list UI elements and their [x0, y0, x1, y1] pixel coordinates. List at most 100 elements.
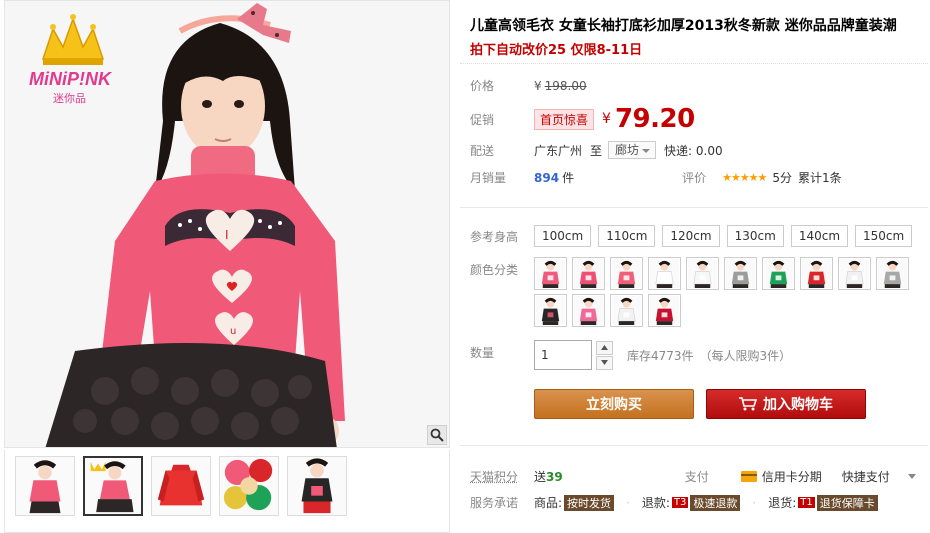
color-thumb-image [612, 259, 641, 288]
product-gallery: MiNiP!NK 迷你品 I u [0, 0, 452, 533]
divider [460, 445, 928, 446]
buy-now-button[interactable]: 立刻购买 [534, 389, 694, 419]
service-goods-tag[interactable]: 按时发货 [564, 494, 615, 511]
service-return: 退货: [768, 496, 797, 510]
service-refund: 退款: [641, 496, 670, 510]
color-option-9[interactable] [838, 257, 871, 290]
cart-icon [739, 397, 757, 411]
quantity-increase-button[interactable] [596, 340, 613, 355]
color-thumb-image [840, 259, 869, 288]
color-thumb-image [878, 259, 907, 288]
size-option-140[interactable]: 140cm [790, 225, 849, 247]
promo-line: 拍下自动改价25 仅限8-11日 [470, 43, 643, 58]
color-option-8[interactable] [800, 257, 833, 290]
credit-installment[interactable]: 信用卡分期 [762, 468, 822, 485]
product-photo: MiNiP!NK 迷你品 I u [5, 1, 449, 447]
promo-row: 促销 首页惊喜 ¥ 79.20 [470, 104, 695, 134]
color-option-5[interactable] [686, 257, 719, 290]
sales-row: 月销量 894 件 评价 ★★★★★ 5分 累计1条 [470, 169, 930, 186]
color-option-7[interactable] [762, 257, 795, 290]
service-refund-badge: T3 [671, 497, 689, 508]
stock-count: 库存4773件 [627, 348, 694, 363]
color-option-12[interactable] [572, 294, 605, 327]
destination-select[interactable]: 廊坊 [608, 141, 657, 159]
size-option-150[interactable]: 150cm [855, 225, 913, 247]
color-option-13[interactable] [610, 294, 643, 327]
shipping-label: 配送 [470, 143, 495, 158]
purchase-limit: （每人限购3件） [699, 348, 792, 363]
separator-dot: · [626, 495, 630, 510]
rating-total-link[interactable]: 累计1条 [798, 169, 842, 186]
service-refund-tag[interactable]: 极速退款 [690, 494, 741, 511]
add-to-cart-button[interactable]: 加入购物车 [706, 389, 866, 419]
divider [460, 63, 928, 64]
points-label[interactable]: 天猫积分 [470, 468, 534, 485]
separator-dot: · [752, 495, 757, 510]
size-option-100[interactable]: 100cm [534, 225, 592, 247]
quantity-stepper [596, 340, 613, 370]
rating-stars: ★★★★★ [722, 171, 767, 184]
credit-card-icon [740, 471, 757, 482]
color-thumb-image [536, 296, 565, 325]
add-to-cart-label: 加入购物车 [763, 397, 833, 413]
magnifier-icon [430, 428, 444, 442]
ship-to-word: 至 [590, 143, 603, 158]
chevron-up-icon [601, 345, 608, 350]
price-currency: ¥ [534, 78, 542, 93]
promo-price: 79.20 [614, 104, 695, 134]
service-goods: 商品: [534, 496, 563, 510]
payment-label: 支付 [684, 470, 709, 484]
size-option-120[interactable]: 120cm [662, 225, 720, 247]
color-option-3[interactable] [610, 257, 643, 290]
points-payment-row: 天猫积分 送 39 支付 信用卡分期 快捷支付 [470, 468, 930, 485]
quantity-input[interactable] [534, 340, 592, 370]
price-row: 价格 ¥ 198.00 [470, 77, 587, 94]
color-option-6[interactable] [724, 257, 757, 290]
color-thumb-image [726, 259, 755, 288]
product-title: 儿童高领毛衣 女童长袖打底衫加厚2013秋冬新款 迷你品品牌童装潮 [470, 18, 897, 34]
color-thumb-image [612, 296, 641, 325]
color-option-10[interactable] [876, 257, 909, 290]
shipping-row: 配送 广东广州 至 廊坊 快递: 0.00 [470, 141, 723, 159]
rating-label: 评价 [682, 171, 707, 185]
service-return-tag[interactable]: 退货保障卡 [816, 494, 878, 511]
color-option-14[interactable] [648, 294, 681, 327]
thumbnail-1[interactable] [15, 456, 75, 516]
color-thumb-image [764, 259, 793, 288]
color-option-11[interactable] [534, 294, 567, 327]
original-price: 198.00 [544, 78, 587, 93]
color-thumb-image [688, 259, 717, 288]
points-prefix: 送 [534, 470, 547, 484]
product-info: 儿童高领毛衣 女童长袖打底衫加厚2013秋冬新款 迷你品品牌童装潮 拍下自动改价… [460, 0, 930, 533]
rating-score: 5分 [772, 171, 793, 185]
size-option-130[interactable]: 130cm [726, 225, 784, 247]
heart-letter-i: I [225, 228, 229, 242]
divider [460, 207, 928, 208]
thumbnail-5[interactable] [287, 456, 347, 516]
sales-count: 894 [534, 170, 560, 185]
chevron-down-icon[interactable] [907, 474, 916, 479]
service-return-badge: T1 [798, 497, 815, 508]
promo-label: 促销 [470, 112, 495, 127]
thumbnail-3[interactable] [151, 456, 211, 516]
promo-badge: 首页惊喜 [534, 108, 595, 130]
promo-currency: ¥ [602, 111, 611, 127]
quick-pay[interactable]: 快捷支付 [842, 468, 890, 485]
color-thumb-image [574, 296, 603, 325]
main-product-image[interactable]: MiNiP!NK 迷你品 I u [4, 0, 450, 448]
color-label: 颜色分类 [470, 263, 519, 277]
thumbnail-4[interactable] [219, 456, 279, 516]
color-thumb-image [574, 259, 603, 288]
svg-text:MiNiP!NK: MiNiP!NK [29, 69, 113, 89]
color-option-4[interactable] [648, 257, 681, 290]
color-thumb-image [650, 259, 679, 288]
color-option-2[interactable] [572, 257, 605, 290]
service-row: 服务承诺 商品: 按时发货 · 退款: T3 极速退款 · 退货: T1 退货保… [470, 494, 878, 511]
express-fee: 快递: 0.00 [664, 143, 723, 158]
quantity-decrease-button[interactable] [596, 355, 613, 370]
color-option-1[interactable] [534, 257, 567, 290]
zoom-button[interactable] [427, 425, 447, 445]
size-option-110[interactable]: 110cm [598, 225, 656, 247]
quantity-label: 数量 [470, 346, 495, 360]
thumbnail-2[interactable] [83, 456, 143, 516]
